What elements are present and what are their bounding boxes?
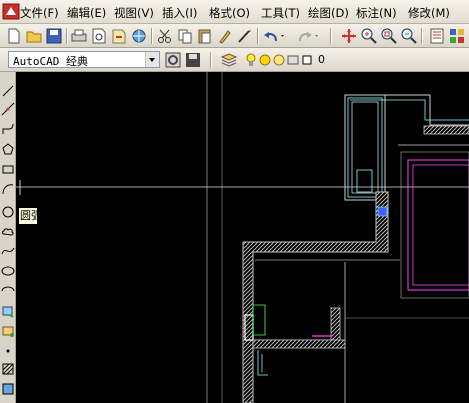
layer-thaw-icon[interactable]	[258, 51, 272, 69]
menu-file[interactable]: 文件(F)	[20, 5, 59, 21]
ellipse-arc-icon[interactable]	[1, 284, 15, 298]
redo-icon[interactable]	[296, 27, 322, 45]
pan-icon[interactable]	[340, 27, 358, 45]
match-properties-icon[interactable]	[216, 27, 234, 45]
current-layer-value[interactable]: 0	[318, 53, 325, 66]
menu-edit[interactable]: 编辑(E)	[67, 5, 106, 21]
workspace-value: AutoCAD 经典	[13, 55, 88, 68]
web-icon[interactable]	[130, 27, 148, 45]
publish-icon[interactable]	[110, 27, 128, 45]
save-icon[interactable]	[45, 27, 63, 45]
polygon-icon[interactable]	[1, 142, 15, 156]
print-preview-icon[interactable]	[90, 27, 108, 45]
layer-manager-icon[interactable]	[220, 51, 238, 69]
new-file-icon[interactable]	[5, 27, 23, 45]
menu-tools[interactable]: 工具(T)	[261, 5, 300, 21]
make-block-icon[interactable]	[1, 324, 15, 338]
menu-modify[interactable]: 修改(M)	[408, 5, 450, 21]
zoom-realtime-icon[interactable]	[360, 27, 378, 45]
drawing-canvas[interactable]	[16, 72, 469, 403]
rectangle-icon[interactable]	[1, 162, 15, 176]
paste-icon[interactable]	[196, 27, 214, 45]
layer-on-icon[interactable]	[244, 51, 258, 69]
layer-lock-icon[interactable]	[272, 51, 286, 69]
standard-toolbar	[0, 24, 469, 48]
gradient-icon[interactable]	[1, 382, 15, 396]
workspace-settings-icon[interactable]	[164, 51, 182, 69]
properties-icon[interactable]	[428, 27, 446, 45]
layer-color-icon[interactable]	[300, 51, 314, 69]
chevron-down-icon[interactable]	[145, 52, 159, 67]
zoom-window-icon[interactable]	[380, 27, 398, 45]
save-workspace-icon[interactable]	[184, 51, 202, 69]
hatch-icon[interactable]	[1, 362, 15, 376]
revision-cloud-icon[interactable]	[1, 224, 15, 238]
zoom-previous-icon[interactable]	[400, 27, 418, 45]
insert-block-icon[interactable]	[1, 304, 15, 318]
block-editor-icon[interactable]	[236, 27, 254, 45]
print-icon[interactable]	[70, 27, 88, 45]
arc-icon[interactable]	[1, 182, 15, 196]
workspace-layers-toolbar: AutoCAD 经典 0	[0, 48, 469, 72]
menu-dimension[interactable]: 标注(N)	[356, 5, 397, 21]
menu-view[interactable]: 视图(V)	[114, 5, 154, 21]
line-icon[interactable]	[1, 84, 15, 98]
layer-plot-icon[interactable]	[286, 51, 300, 69]
menu-insert[interactable]: 插入(I)	[162, 5, 197, 21]
menu-format[interactable]: 格式(O)	[209, 5, 250, 21]
open-folder-icon[interactable]	[25, 27, 43, 45]
app-icon[interactable]	[2, 3, 20, 20]
spline-icon[interactable]	[1, 244, 15, 258]
draw-toolbar	[0, 72, 16, 403]
copy-icon[interactable]	[176, 27, 194, 45]
menu-bar: 文件(F) 编辑(E) 视图(V) 插入(I) 格式(O) 工具(T) 绘图(D…	[0, 0, 469, 24]
undo-icon[interactable]	[262, 27, 288, 45]
construction-line-icon[interactable]	[1, 102, 15, 116]
design-center-icon[interactable]	[448, 27, 466, 45]
tooltip-arc: 圆弧	[18, 207, 38, 225]
tooltip-text: 圆弧	[20, 209, 37, 222]
workspace-dropdown[interactable]: AutoCAD 经典	[8, 51, 160, 68]
circle-icon[interactable]	[1, 205, 15, 219]
polyline-icon[interactable]	[1, 122, 15, 136]
cut-icon[interactable]	[156, 27, 174, 45]
point-icon[interactable]	[1, 344, 15, 358]
ellipse-icon[interactable]	[1, 264, 15, 278]
menu-draw[interactable]: 绘图(D)	[308, 5, 349, 21]
